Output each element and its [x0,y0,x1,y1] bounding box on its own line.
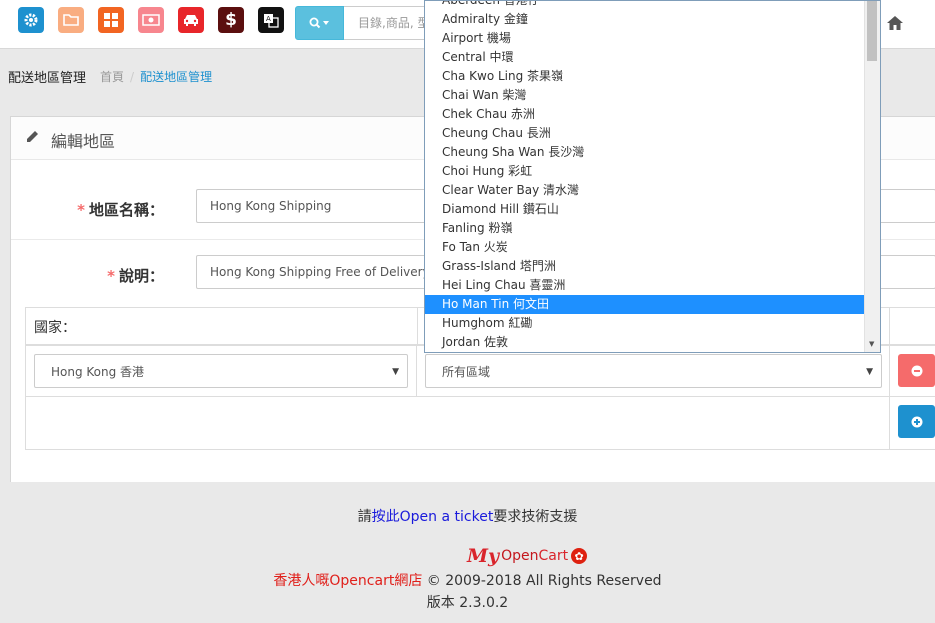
dropdown-option[interactable]: Ho Man Tin 何文田 [425,295,865,314]
country-column-header: 國家： [26,308,418,344]
description-label-text: 說明： [118,267,164,285]
logo-open-text: Open [501,548,539,564]
country-select[interactable]: Hong Kong 香港 ▼ [34,354,408,388]
dropdown-option[interactable]: Cheung Sha Wan 長沙灣 [425,143,865,162]
add-zone-button[interactable] [898,405,935,438]
plus-circle-icon [911,416,922,427]
breadcrumb-home-link[interactable]: 首頁 [100,70,124,84]
dropdown-option[interactable]: Diamond Hill 鑽石山 [425,200,865,219]
dropdown-option[interactable]: Humghom 紅磡 [425,314,865,333]
banknote-icon[interactable] [138,7,164,33]
dollar-icon[interactable]: $ [218,7,244,33]
home-icon [887,16,903,30]
logo-my-text: My [467,545,500,567]
dropdown-option[interactable]: Airport 機場 [425,29,865,48]
copyright-line: 香港人嘅Opencart網店 © 2009-2018 All Rights Re… [0,570,935,590]
copyright-text: © 2009-2018 All Rights Reserved [422,573,662,589]
dropdown-option[interactable]: Cheung Chau 長洲 [425,124,865,143]
table-row-divider [26,396,935,397]
svg-text:A: A [266,15,271,23]
breadcrumb-current-link[interactable]: 配送地區管理 [140,70,212,84]
dropdown-option[interactable]: Admiralty 金鐘 [425,10,865,29]
zone-dropdown-list[interactable]: Aberdeen 香港仔 Admiralty 金鐘 Airport 機場 Centra… [424,0,881,353]
remove-zone-button[interactable] [898,354,935,387]
search-input[interactable]: 目錄,商品, 型 [344,6,434,40]
scrollbar-thumb[interactable] [867,1,877,61]
dropdown-option[interactable]: Aberdeen 香港仔 [425,1,865,10]
zone-name-label-text: 地區名稱： [88,201,164,219]
dropdown-option[interactable]: Chai Wan 柴灣 [425,86,865,105]
home-button[interactable] [876,6,914,40]
dropdown-option[interactable]: Clear Water Bay 清水灣 [425,181,865,200]
pencil-icon [27,131,38,142]
required-mark: * [107,267,115,285]
search-button[interactable] [295,6,344,40]
dropdown-option[interactable]: Fanling 粉嶺 [425,219,865,238]
caret-down-icon: ▼ [866,367,873,377]
dropdown-option[interactable]: Chek Chau 赤洲 [425,105,865,124]
panel-title: 編輯地區 [51,132,116,151]
zone-name-label: * 地區名稱： [11,199,164,220]
folder-icon[interactable] [58,7,84,33]
grid-icon[interactable] [98,7,124,33]
table-col-divider [416,346,417,396]
dropdown-option[interactable]: Hei Ling Chau 喜靈洲 [425,276,865,295]
required-mark: * [77,201,85,219]
search-icon [309,17,329,29]
shop-name-link[interactable]: 香港人嘅Opencart網店 [273,573,422,589]
dropdown-option[interactable]: Cha Kwo Ling 茶果嶺 [425,67,865,86]
support-line: 請按此Open a ticket要求技術支援 [0,506,935,526]
dropdown-option[interactable]: Jordan 佐敦 [425,333,865,352]
scroll-down-arrow-icon[interactable]: ▼ [869,340,874,348]
dropdown-scrollbar[interactable]: ▼ [864,1,880,352]
page-title: 配送地區管理 [8,71,87,86]
country-select-value: Hong Kong 香港 [51,365,145,379]
bauhinia-flower-icon: ✿ [571,548,588,564]
description-label: * 說明： [11,265,164,286]
gear-icon[interactable] [18,7,44,33]
myopencart-logo: My Open Cart ✿ [467,545,588,567]
open-ticket-link[interactable]: 按此Open a ticket [372,509,494,525]
logo-cart-text: Cart [538,548,569,564]
support-suffix: 要求技術支援 [493,509,578,525]
zone-select[interactable]: 所有區域 ▼ [425,354,882,388]
minus-circle-icon [911,365,922,376]
dropdown-option[interactable]: Fo Tan 火炭 [425,238,865,257]
dropdown-option[interactable]: Central 中環 [425,48,865,67]
dropdown-option[interactable]: Grass-Island 塔門洲 [425,257,865,276]
dropdown-option[interactable]: Choi Hung 彩虹 [425,162,865,181]
zone-select-value: 所有區域 [442,365,491,379]
support-prefix: 請 [357,509,372,525]
table-col-divider [889,308,890,449]
breadcrumb-separator: / [130,70,135,84]
car-icon[interactable] [178,7,204,33]
version-line: 版本 2.3.0.2 [426,595,509,611]
caret-down-icon: ▼ [392,367,399,377]
breadcrumb: 首頁 / 配送地區管理 [100,68,212,85]
country-header-label: 國家： [34,320,76,336]
translate-icon[interactable]: A [258,7,284,33]
